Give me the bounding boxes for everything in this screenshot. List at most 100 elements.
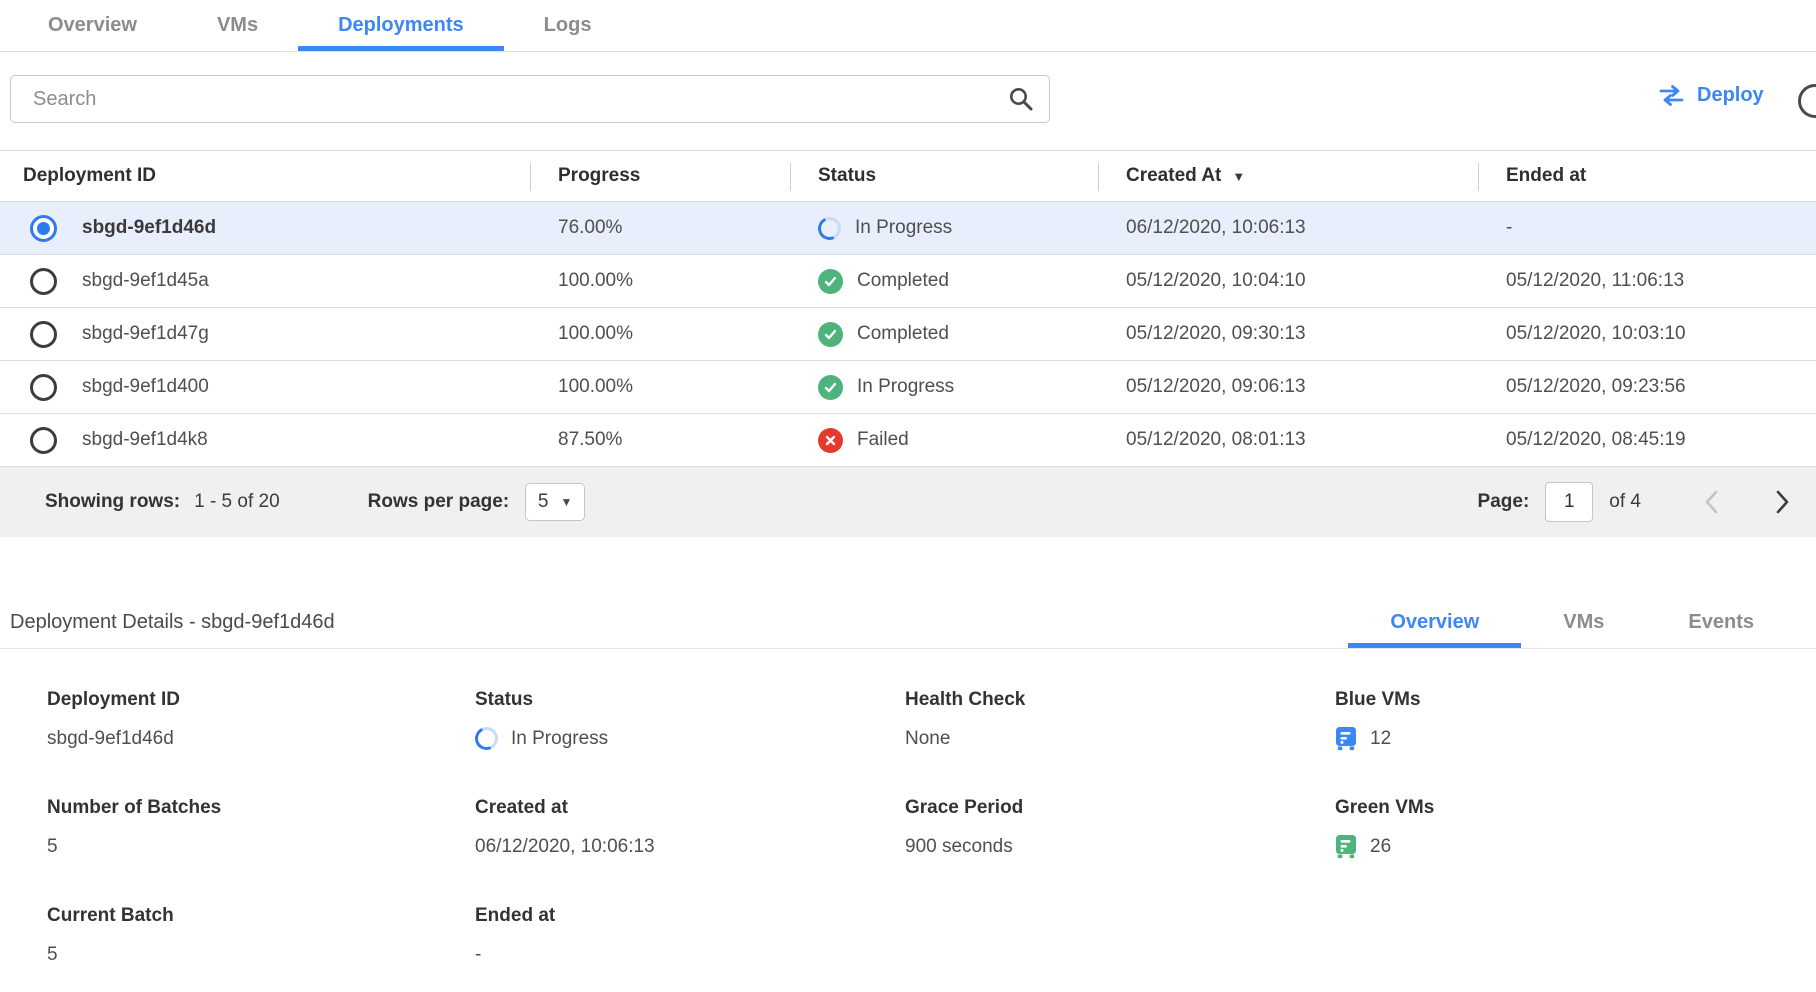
search-icon[interactable] — [1008, 86, 1034, 112]
status-label: Completed — [857, 323, 949, 345]
completed-check-icon — [818, 269, 843, 294]
deployment-id: sbgd-9ef1d47g — [82, 323, 209, 345]
main-tabbar: Overview VMs Deployments Logs — [0, 0, 1816, 52]
page-total-label: of 4 — [1609, 491, 1641, 513]
previous-page-button[interactable] — [1703, 488, 1720, 516]
status-label: Failed — [857, 429, 909, 451]
deploy-button[interactable]: Deploy — [1658, 84, 1764, 107]
deployment-id: sbgd-9ef1d46d — [82, 217, 216, 239]
field-blue-vms: Blue VMs 12 — [1335, 689, 1816, 751]
rows-per-page-select[interactable]: 5 ▼ — [525, 483, 585, 521]
field-label: Number of Batches — [47, 797, 475, 819]
details-tab-vms[interactable]: VMs — [1521, 596, 1646, 648]
search-input[interactable] — [10, 75, 1050, 123]
field-value: sbgd-9ef1d46d — [47, 726, 475, 751]
progress-value: 100.00% — [530, 376, 790, 398]
field-grace-period: Grace Period 900 seconds — [905, 797, 1335, 859]
table-pagination-footer: Showing rows: 1 - 5 of 20 Rows per page:… — [0, 467, 1816, 537]
deployment-details-title: Deployment Details - sbgd-9ef1d46d — [10, 611, 335, 648]
row-radio[interactable] — [30, 268, 57, 295]
deployment-id: sbgd-9ef1d4k8 — [82, 429, 208, 451]
tab-logs[interactable]: Logs — [504, 0, 632, 51]
rows-per-page-label: Rows per page: — [368, 491, 509, 513]
progress-value: 87.50% — [530, 429, 790, 451]
field-value: 5 — [47, 834, 475, 859]
column-header-ended-at[interactable]: Ended at — [1478, 151, 1816, 201]
deployment-id: sbgd-9ef1d400 — [82, 376, 209, 398]
progress-value: 100.00% — [530, 323, 790, 345]
green-vm-server-icon — [1335, 834, 1357, 859]
swap-arrows-icon — [1658, 85, 1685, 106]
column-header-progress[interactable]: Progress — [530, 151, 790, 201]
completed-check-icon — [818, 375, 843, 400]
deployment-details-grid: Deployment ID sbgd-9ef1d46d Status In Pr… — [47, 689, 1816, 967]
tab-vms[interactable]: VMs — [177, 0, 298, 51]
field-value: - — [475, 942, 905, 967]
column-header-status[interactable]: Status — [790, 151, 1098, 201]
tab-deployments[interactable]: Deployments — [298, 0, 504, 51]
created-at-value: 05/12/2020, 09:30:13 — [1098, 323, 1478, 345]
field-label: Health Check — [905, 689, 1335, 711]
tab-overview[interactable]: Overview — [8, 0, 177, 51]
row-radio[interactable] — [30, 427, 57, 454]
page-number-input[interactable] — [1545, 482, 1593, 522]
field-value: 26 — [1370, 836, 1391, 858]
ended-at-value: 05/12/2020, 11:06:13 — [1478, 270, 1816, 292]
in-progress-spinner-icon — [472, 724, 501, 753]
table-row[interactable]: sbgd-9ef1d400 100.00% In Progress 05/12/… — [0, 361, 1816, 414]
showing-rows-value: 1 - 5 of 20 — [194, 491, 280, 513]
field-value: None — [905, 726, 1335, 751]
status-label: Completed — [857, 270, 949, 292]
field-value: In Progress — [511, 728, 608, 750]
refresh-icon[interactable] — [1798, 84, 1816, 118]
created-at-value: 05/12/2020, 10:04:10 — [1098, 270, 1478, 292]
field-label: Status — [475, 689, 905, 711]
field-label: Grace Period — [905, 797, 1335, 819]
toolbar: Deploy — [0, 52, 1816, 150]
table-row[interactable]: sbgd-9ef1d4k8 87.50% Failed 05/12/2020, … — [0, 414, 1816, 467]
created-at-value: 06/12/2020, 10:06:13 — [1098, 217, 1478, 239]
field-value: 12 — [1370, 728, 1391, 750]
field-status: Status In Progress — [475, 689, 905, 751]
page-label: Page: — [1478, 491, 1530, 513]
row-radio[interactable] — [30, 321, 57, 348]
sort-desc-icon[interactable]: ▼ — [1232, 169, 1245, 184]
deploy-button-label: Deploy — [1697, 84, 1764, 107]
status-label: In Progress — [857, 376, 954, 398]
deployments-table: Deployment ID Progress Status Created At… — [0, 150, 1816, 537]
column-header-deployment-id[interactable]: Deployment ID — [0, 151, 530, 201]
next-page-button[interactable] — [1774, 488, 1791, 516]
row-radio-selected[interactable] — [30, 215, 57, 242]
ended-at-value: - — [1478, 217, 1816, 239]
field-current-batch: Current Batch 5 — [47, 905, 475, 967]
status-label: In Progress — [855, 217, 952, 239]
table-row[interactable]: sbgd-9ef1d45a 100.00% Completed 05/12/20… — [0, 255, 1816, 308]
field-label: Blue VMs — [1335, 689, 1816, 711]
table-row[interactable]: sbgd-9ef1d46d 76.00% In Progress 06/12/2… — [0, 202, 1816, 255]
field-deployment-id: Deployment ID sbgd-9ef1d46d — [47, 689, 475, 751]
chevron-down-icon: ▼ — [561, 495, 573, 509]
ended-at-value: 05/12/2020, 10:03:10 — [1478, 323, 1816, 345]
details-tab-overview[interactable]: Overview — [1348, 596, 1521, 648]
deployment-details-header: Deployment Details - sbgd-9ef1d46d Overv… — [0, 597, 1816, 649]
created-at-value: 05/12/2020, 08:01:13 — [1098, 429, 1478, 451]
search-field-wrap — [10, 75, 1050, 123]
completed-check-icon — [818, 322, 843, 347]
table-header-row: Deployment ID Progress Status Created At… — [0, 150, 1816, 202]
field-ended-at: Ended at - — [475, 905, 905, 967]
showing-rows-label: Showing rows: — [45, 491, 180, 513]
rows-per-page-value: 5 — [538, 491, 549, 513]
table-row[interactable]: sbgd-9ef1d47g 100.00% Completed 05/12/20… — [0, 308, 1816, 361]
column-header-created-at-label: Created At — [1126, 165, 1221, 187]
field-green-vms: Green VMs 26 — [1335, 797, 1816, 859]
progress-value: 100.00% — [530, 270, 790, 292]
field-value: 5 — [47, 942, 475, 967]
progress-value: 76.00% — [530, 217, 790, 239]
details-tab-events[interactable]: Events — [1646, 596, 1796, 648]
field-label: Green VMs — [1335, 797, 1816, 819]
blue-vm-server-icon — [1335, 726, 1357, 751]
ended-at-value: 05/12/2020, 08:45:19 — [1478, 429, 1816, 451]
row-radio[interactable] — [30, 374, 57, 401]
field-value: 900 seconds — [905, 834, 1335, 859]
column-header-created-at[interactable]: Created At ▼ — [1098, 151, 1478, 201]
